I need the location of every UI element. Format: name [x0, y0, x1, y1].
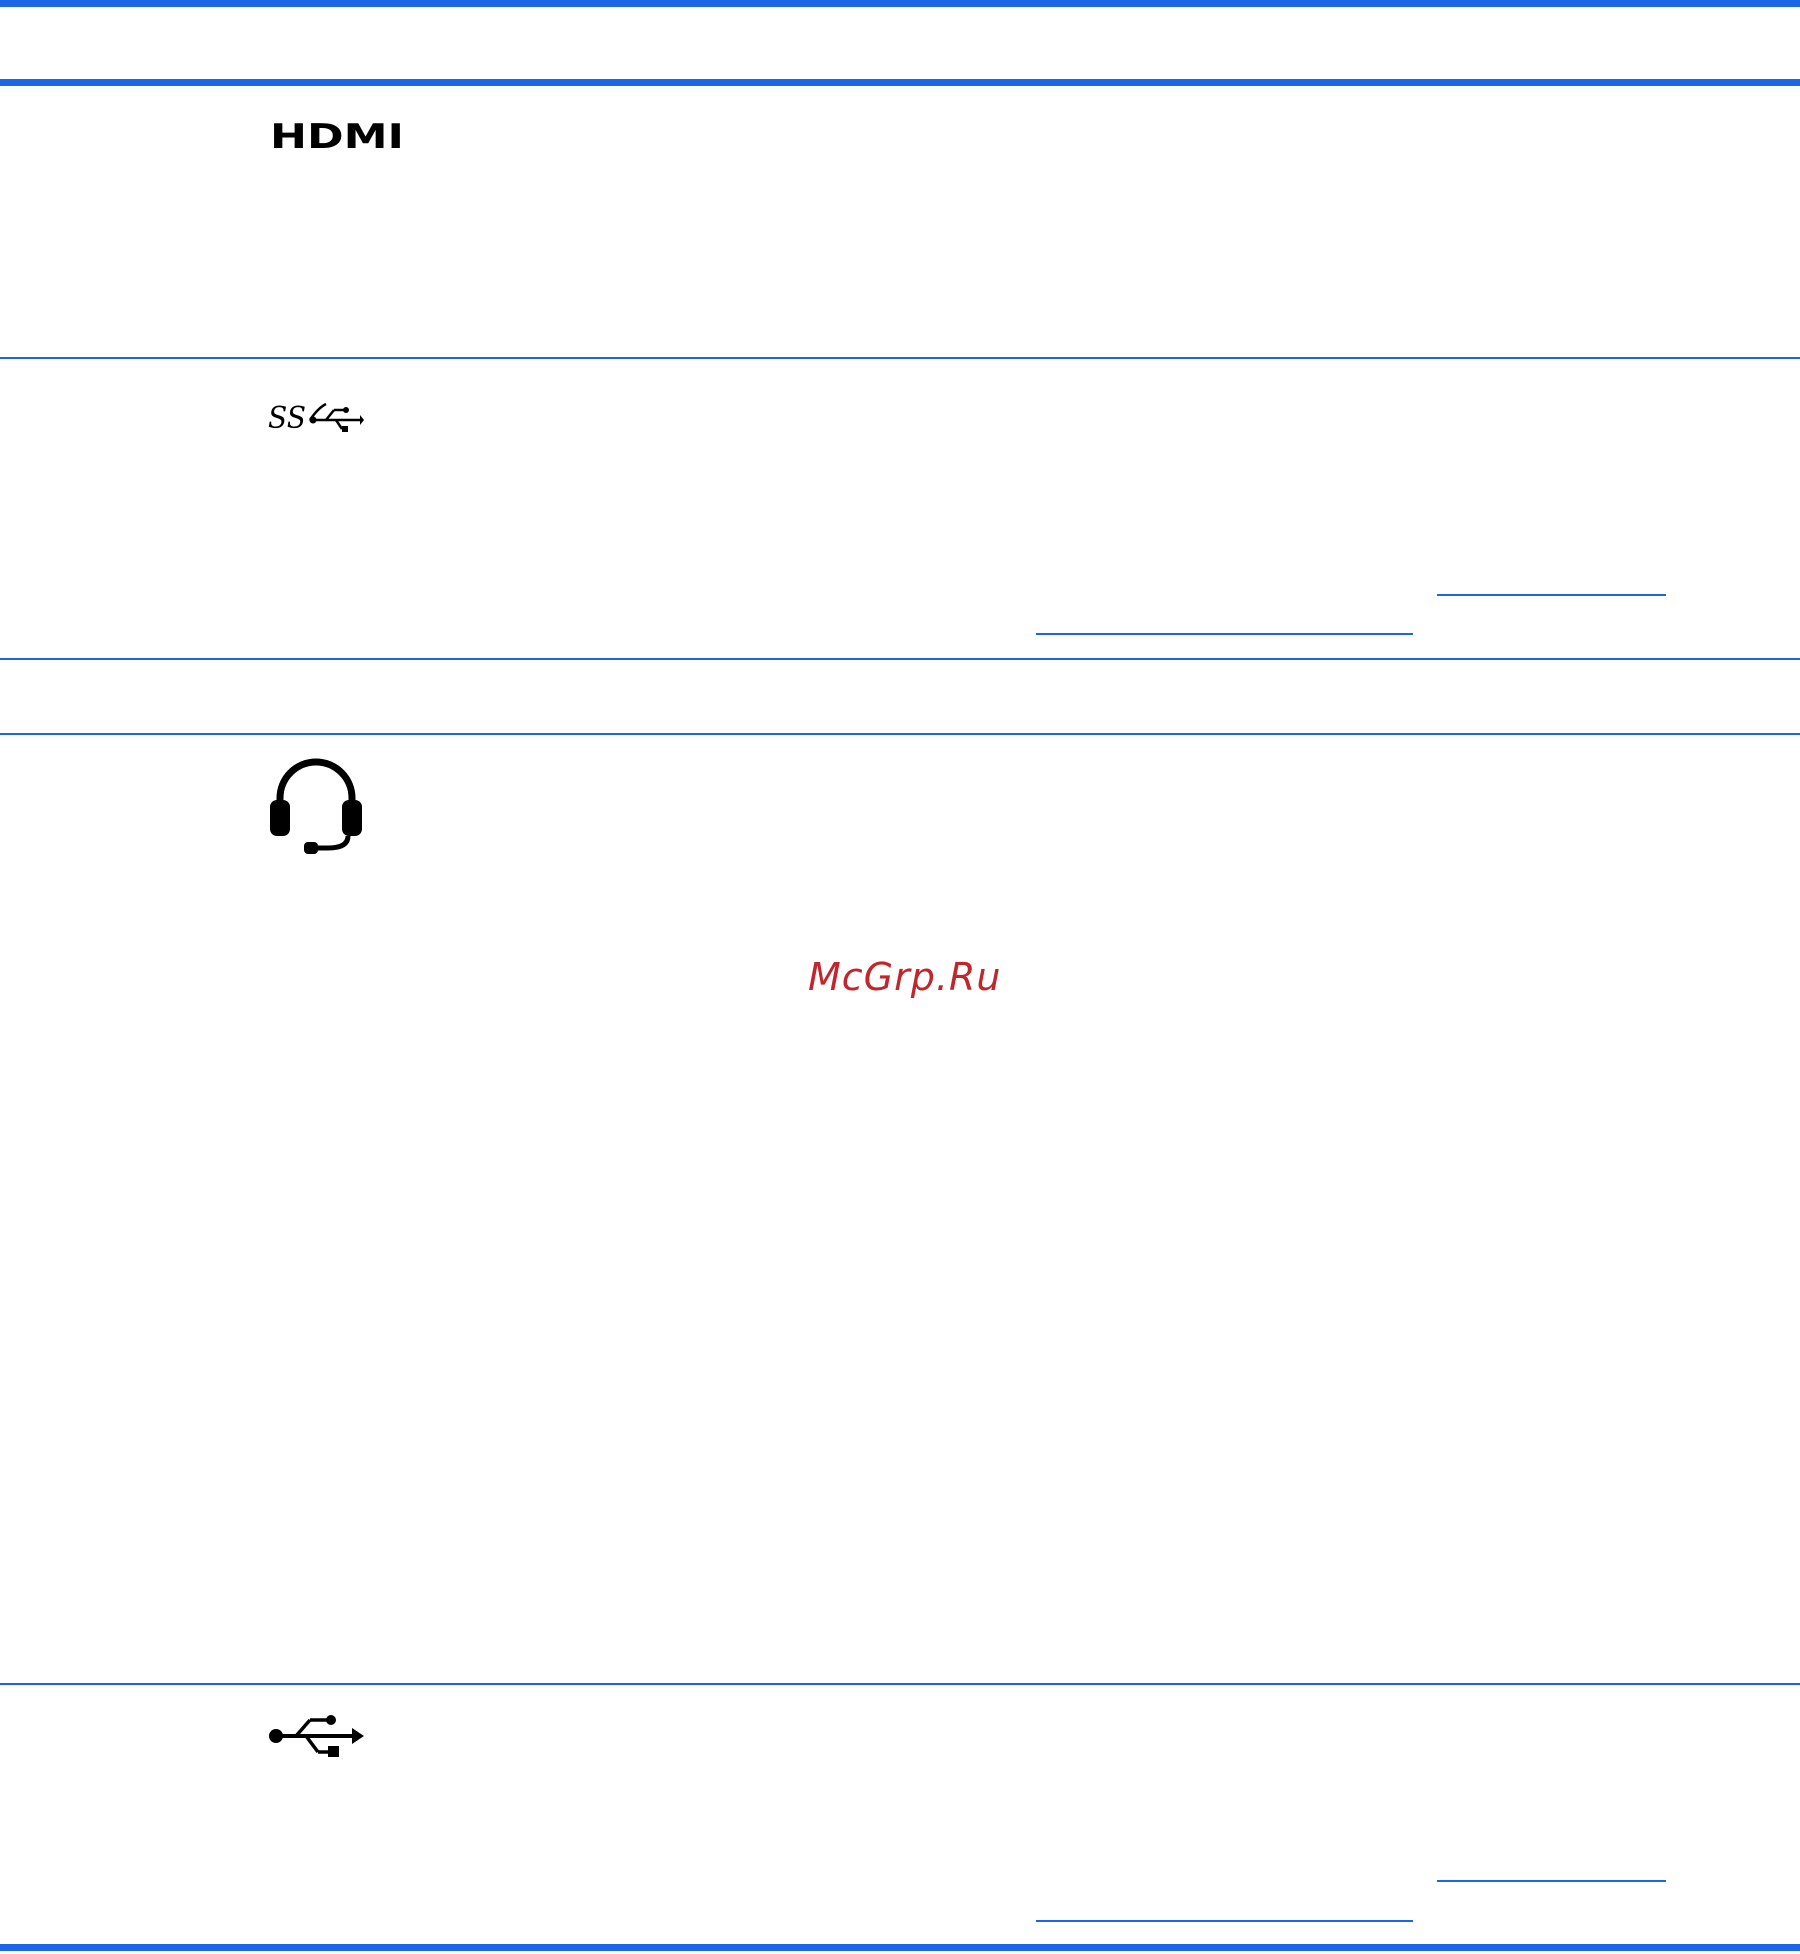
table-top-rule [0, 0, 1800, 7]
hyperlink-underline[interactable] [1437, 1880, 1666, 1882]
superspeed-icon-label: SS [268, 401, 306, 436]
hyperlink-underline[interactable] [1036, 633, 1413, 635]
row-divider [0, 658, 1800, 660]
hyperlink-underline[interactable] [1036, 1920, 1413, 1922]
hdmi-icon-label: HDMI [270, 120, 404, 152]
usb-3-superspeed-icon: SS [268, 401, 364, 436]
hyperlink-underline[interactable] [1437, 594, 1666, 596]
row-divider [0, 733, 1800, 735]
table-bottom-rule [0, 1944, 1800, 1951]
headset-audio-jack-icon [270, 758, 362, 854]
hdmi-port-icon: HDMI [270, 120, 404, 152]
row-divider [0, 357, 1800, 359]
watermark-text: McGrp.Ru [808, 955, 1002, 999]
row-divider [0, 1683, 1800, 1685]
usb-icon [269, 1715, 364, 1757]
table-header-rule [0, 79, 1800, 86]
